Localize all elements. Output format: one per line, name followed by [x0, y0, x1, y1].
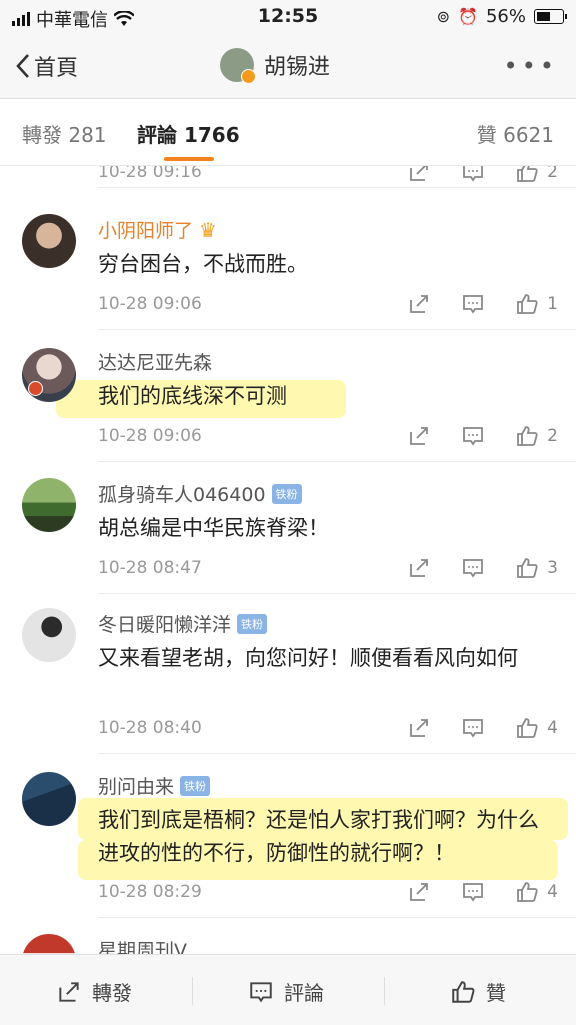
commenter-name[interactable]: 别问由来 铁粉: [98, 772, 211, 799]
comment-icon: [250, 981, 272, 1002]
avatar[interactable]: [22, 214, 76, 268]
comment-list[interactable]: 10-28 09:16 2 小阴阳师了 ♛ 穷台困台，不战而胜。 10-28 0…: [0, 166, 576, 954]
author-avatar: [220, 48, 256, 84]
rotation-lock-icon: ⊚: [436, 7, 451, 26]
share-icon[interactable]: [407, 556, 431, 580]
chevron-left-icon: [16, 54, 29, 78]
share-icon[interactable]: [407, 292, 431, 316]
share-icon[interactable]: [407, 424, 431, 448]
like-button[interactable]: 贊: [450, 977, 506, 1006]
comment-text: 穷台困台，不战而胜。: [98, 252, 308, 276]
commenter-name-text: 小阴阳师了: [98, 220, 194, 242]
like-count: 4: [547, 882, 558, 902]
list-item: 10-28 09:16 2: [0, 166, 576, 188]
comment-time: 10-28 08:47: [98, 558, 202, 578]
fan-badge: 铁粉: [237, 613, 268, 634]
battery-icon: [534, 9, 567, 24]
fan-badge: 铁粉: [271, 483, 302, 504]
commenter-name[interactable]: 小阴阳师了 ♛: [98, 216, 217, 243]
nav-bar: 首頁 胡锡进 •••: [0, 34, 576, 99]
like-count: 1: [547, 294, 558, 314]
like-count: 2: [547, 166, 558, 182]
list-item: 冬日暖阳懒洋洋 铁粉 又来看望老胡，向您问好！顺便看看风向如何 10-28 08…: [0, 594, 576, 754]
back-button[interactable]: 首頁: [16, 50, 78, 82]
avatar[interactable]: [22, 934, 76, 954]
share-icon[interactable]: [407, 880, 431, 904]
like-label: 贊: [486, 981, 506, 1005]
comment-icon[interactable]: [461, 880, 485, 904]
back-label: 首頁: [34, 56, 79, 81]
comment-icon[interactable]: [461, 424, 485, 448]
comment-label: 評論: [284, 981, 324, 1005]
avatar[interactable]: [22, 772, 76, 826]
fan-badge: 铁粉: [180, 775, 211, 796]
avatar[interactable]: [22, 608, 76, 662]
thumbs-up-icon[interactable]: [515, 556, 539, 580]
active-tab-indicator: [164, 157, 214, 161]
comment-text: 我们到底是梧桐？还是怕人家打我们啊？为什么进攻的性的不行，防御性的就行啊？！: [98, 808, 539, 865]
repost-label: 轉發: [92, 981, 132, 1005]
like-count: 4: [547, 718, 558, 738]
share-icon[interactable]: [407, 716, 431, 740]
commenter-name[interactable]: 星期周刊V: [98, 936, 187, 954]
commenter-name[interactable]: 冬日暖阳懒洋洋 铁粉: [98, 610, 268, 637]
badge-icon: [28, 381, 43, 396]
commenter-name[interactable]: 达达尼亚先森: [98, 348, 212, 375]
list-item: 星期周刊V: [0, 918, 576, 954]
list-item: 孤身骑车人046400 铁粉 胡总编是中华民族脊梁！ 10-28 08:47 3: [0, 462, 576, 594]
comment-icon[interactable]: [461, 166, 485, 184]
comment-text: 我们的底线深不可测: [98, 384, 287, 408]
comment-time: 10-28 09:06: [98, 426, 202, 446]
comment-text: 胡总编是中华民族脊梁！: [98, 516, 329, 540]
commenter-name-text: 冬日暖阳懒洋洋: [98, 614, 232, 636]
thumbs-up-icon[interactable]: [515, 166, 539, 184]
crown-icon: ♛: [199, 217, 217, 242]
comment-icon[interactable]: [461, 716, 485, 740]
list-item: 达达尼亚先森 我们的底线深不可测 10-28 09:06 2: [0, 330, 576, 462]
thumbs-up-icon[interactable]: [515, 880, 539, 904]
tab-repost[interactable]: 轉發 281: [22, 119, 107, 148]
commenter-name[interactable]: 孤身骑车人046400 铁粉: [98, 480, 302, 507]
share-icon: [59, 981, 79, 1002]
tab-comment[interactable]: 評論 1766: [137, 119, 240, 148]
comment-time: 10-28 09:06: [98, 294, 202, 314]
avatar[interactable]: [22, 478, 76, 532]
avatar[interactable]: [22, 348, 76, 402]
comment-time: 10-28 08:29: [98, 882, 202, 902]
status-bar: 中華電信 12:55 ⊚ ⏰ 56%: [0, 0, 576, 34]
page-title[interactable]: 胡锡进: [220, 48, 331, 84]
repost-button[interactable]: 轉發: [56, 977, 132, 1006]
bottom-toolbar: 轉發 評論 贊: [0, 954, 576, 1025]
tab-like[interactable]: 贊 6621: [477, 119, 554, 148]
thumbs-up-icon[interactable]: [515, 716, 539, 740]
more-button[interactable]: •••: [504, 52, 558, 80]
author-name: 胡锡进: [264, 55, 331, 80]
verified-badge-icon: [241, 69, 256, 84]
comment-time: 10-28 09:16: [98, 166, 202, 182]
thumbs-up-icon: [452, 980, 475, 1003]
like-count: 2: [547, 426, 558, 446]
thumbs-up-icon[interactable]: [515, 292, 539, 316]
battery-percent: 56%: [485, 6, 526, 27]
list-item: 小阴阳师了 ♛ 穷台困台，不战而胜。 10-28 09:06 1: [0, 188, 576, 330]
alarm-icon: ⏰: [458, 7, 478, 26]
list-item: 别问由来 铁粉 我们到底是梧桐？还是怕人家打我们啊？为什么进攻的性的不行，防御性…: [0, 754, 576, 918]
commenter-name-text: 别问由来: [98, 776, 175, 798]
thumbs-up-icon[interactable]: [515, 424, 539, 448]
share-icon[interactable]: [407, 166, 431, 184]
like-count: 3: [547, 558, 558, 578]
comment-icon[interactable]: [461, 292, 485, 316]
comment-button[interactable]: 評論: [248, 977, 324, 1006]
comment-icon[interactable]: [461, 556, 485, 580]
tab-bar: 轉發 281 評論 1766 贊 6621: [0, 99, 576, 166]
comment-text: 又来看望老胡，向您问好！顺便看看风向如何: [98, 646, 518, 670]
commenter-name-text: 孤身骑车人046400: [98, 484, 266, 506]
comment-time: 10-28 08:40: [98, 718, 202, 738]
